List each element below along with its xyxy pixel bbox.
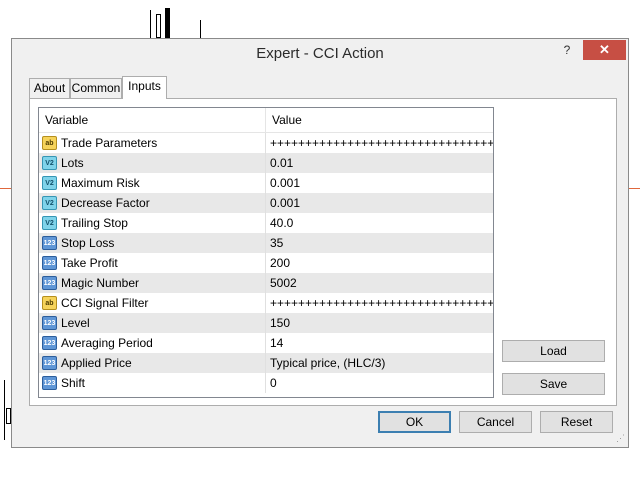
column-header-value[interactable]: Value [266, 108, 493, 132]
resize-grip-icon[interactable]: ⋰ [616, 433, 625, 444]
cancel-button[interactable]: Cancel [459, 411, 532, 433]
variable-value[interactable]: 0.001 [270, 173, 300, 193]
table-row[interactable]: V2 Decrease Factor 0.001 [39, 193, 493, 213]
variable-value[interactable]: Typical price, (HLC/3) [270, 353, 385, 373]
chart-candle-body [156, 14, 161, 38]
help-button[interactable]: ? [556, 42, 578, 60]
column-header-variable[interactable]: Variable [39, 108, 265, 132]
tab-common[interactable]: Common [70, 78, 122, 98]
column-divider [265, 333, 266, 353]
variable-value[interactable]: 35 [270, 233, 283, 253]
variable-name: Maximum Risk [61, 176, 140, 190]
double-type-icon: V2 [42, 156, 57, 170]
integer-type-icon: 123 [42, 376, 57, 390]
save-button[interactable]: Save [502, 373, 605, 395]
integer-type-icon: 123 [42, 356, 57, 370]
double-type-icon: V2 [42, 216, 57, 230]
table-row[interactable]: 123 Stop Loss 35 [39, 233, 493, 253]
window-title: Expert - CCI Action [256, 45, 384, 62]
tab-inputs[interactable]: Inputs [122, 76, 167, 99]
string-type-icon: ab [42, 136, 57, 150]
table-row[interactable]: 123 Level 150 [39, 313, 493, 333]
table-row[interactable]: ab Trade Parameters ++++++++++++++++++++++… [39, 133, 493, 153]
chart-candle-body [165, 8, 170, 38]
variable-value[interactable]: 5002 [270, 273, 297, 293]
variable-name: Decrease Factor [61, 196, 150, 210]
table-body: ab Trade Parameters ++++++++++++++++++++++… [39, 133, 493, 393]
column-divider [265, 273, 266, 293]
table-row[interactable]: 123 Shift 0 [39, 373, 493, 393]
variable-name: CCI Signal Filter [61, 296, 149, 310]
integer-type-icon: 123 [42, 276, 57, 290]
column-divider [265, 153, 266, 173]
column-divider [265, 173, 266, 193]
chart-price-line [0, 188, 11, 189]
table-row[interactable]: 123 Applied Price Typical price, (HLC/3) [39, 353, 493, 373]
column-divider [265, 233, 266, 253]
table-row[interactable]: V2 Lots 0.01 [39, 153, 493, 173]
variable-value[interactable]: 40.0 [270, 213, 293, 233]
column-divider [265, 133, 266, 153]
variable-name: Lots [61, 156, 84, 170]
variable-value[interactable]: 0.001 [270, 193, 300, 213]
variable-name: Take Profit [61, 256, 118, 270]
variable-name: Applied Price [61, 356, 132, 370]
double-type-icon: V2 [42, 176, 57, 190]
variable-value[interactable]: 14 [270, 333, 283, 353]
table-row[interactable]: 123 Magic Number 5002 [39, 273, 493, 293]
variable-name: Trade Parameters [61, 136, 158, 150]
tab-about[interactable]: About [29, 78, 70, 98]
variable-value[interactable]: ++++++++++++++++++++++++++++++++++ [270, 293, 493, 313]
column-divider [265, 313, 266, 333]
variable-name: Averaging Period [61, 336, 153, 350]
chart-price-line [629, 188, 640, 189]
string-type-icon: ab [42, 296, 57, 310]
integer-type-icon: 123 [42, 336, 57, 350]
column-divider [265, 293, 266, 313]
close-button[interactable]: ✕ [583, 40, 626, 60]
variable-value[interactable]: ++++++++++++++++++++++++++++++++++ [270, 133, 493, 153]
variable-value[interactable]: 0 [270, 373, 277, 393]
table-row[interactable]: 123 Take Profit 200 [39, 253, 493, 273]
table-row[interactable]: ab CCI Signal Filter +++++++++++++++++++++… [39, 293, 493, 313]
variable-name: Magic Number [61, 276, 140, 290]
variable-name: Level [61, 316, 90, 330]
integer-type-icon: 123 [42, 236, 57, 250]
reset-button[interactable]: Reset [540, 411, 613, 433]
table-row[interactable]: V2 Trailing Stop 40.0 [39, 213, 493, 233]
table-row[interactable]: V2 Maximum Risk 0.001 [39, 173, 493, 193]
table-header: Variable Value [39, 108, 493, 133]
title-bar[interactable]: Expert - CCI Action ? ✕ [12, 39, 628, 69]
column-divider [265, 373, 266, 393]
column-divider [265, 253, 266, 273]
variable-name: Trailing Stop [61, 216, 128, 230]
chart-candle-wick [150, 10, 151, 38]
variable-value[interactable]: 150 [270, 313, 290, 333]
double-type-icon: V2 [42, 196, 57, 210]
expert-properties-dialog: Expert - CCI Action ? ✕ About Common Inp… [11, 38, 629, 448]
chart-candle-wick [200, 20, 201, 38]
integer-type-icon: 123 [42, 316, 57, 330]
table-row[interactable]: 123 Averaging Period 14 [39, 333, 493, 353]
variable-name: Shift [61, 376, 86, 390]
variable-name: Stop Loss [61, 236, 115, 250]
load-button[interactable]: Load [502, 340, 605, 362]
chart-candle-wick [4, 380, 5, 440]
ok-button[interactable]: OK [378, 411, 451, 433]
column-divider [265, 353, 266, 373]
integer-type-icon: 123 [42, 256, 57, 270]
variable-value[interactable]: 0.01 [270, 153, 293, 173]
variable-value[interactable]: 200 [270, 253, 290, 273]
column-divider [265, 193, 266, 213]
inputs-table[interactable]: Variable Value ab Trade Parameters +++++++… [38, 107, 494, 398]
column-divider [265, 213, 266, 233]
